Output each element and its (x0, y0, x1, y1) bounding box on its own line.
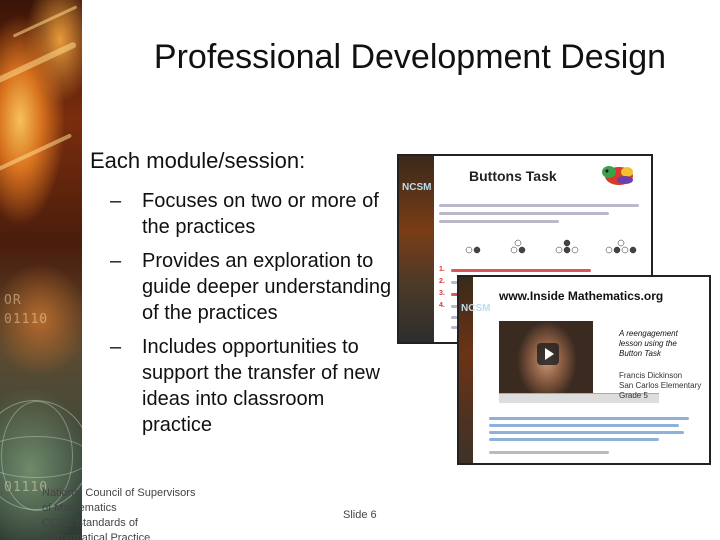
list-number: 4. (439, 302, 445, 309)
screenshot-heading: Buttons Task (469, 168, 557, 184)
bullet-content: Each module/session: – Focuses on two or … (90, 148, 395, 446)
dash-marker: – (110, 336, 122, 358)
screenshot-side-banner: NCSM (399, 156, 434, 342)
parrot-icon (602, 166, 633, 185)
website-url: www.Inside Mathematics.org (499, 289, 664, 303)
light-streak (12, 5, 78, 38)
slide-title: Professional Development Design (153, 38, 667, 76)
main-bullet: Each module/session: (90, 148, 306, 173)
link-line[interactable] (489, 417, 689, 420)
sub-bullet-text: Provides an exploration to guide deeper … (142, 250, 392, 324)
ncsm-logo: NCSM (461, 303, 491, 314)
dash-marker: – (110, 190, 122, 212)
text-line (439, 204, 639, 207)
sub-bullet-list: – Focuses on two or more of the practices… (90, 188, 395, 438)
text-line (451, 269, 591, 272)
list-number: 3. (439, 290, 445, 297)
dash-marker: – (110, 250, 122, 272)
footer-organization: National Council of Supervisors of Mathe… (42, 486, 222, 540)
teacher-info: Francis Dickinson San Carlos Elementary … (619, 371, 701, 401)
description-line: A reengagement (619, 329, 678, 338)
binary-text: 01110 (4, 312, 49, 327)
grade-level: Grade 5 (619, 391, 648, 400)
link-line[interactable] (489, 431, 684, 434)
binary-text: OR (4, 293, 22, 308)
video-thumbnail[interactable] (499, 321, 593, 393)
teacher-name: Francis Dickinson (619, 371, 683, 380)
slide-number: Slide 6 (343, 509, 377, 521)
sub-bullet: – Focuses on two or more of the practices (90, 188, 395, 240)
text-line (439, 220, 559, 223)
play-icon[interactable] (537, 343, 559, 365)
sub-bullet: – Includes opportunities to support the t… (90, 334, 395, 438)
footer-line: National Council of Supervisors (42, 487, 196, 499)
sub-bullet-text: Includes opportunities to support the tr… (142, 336, 380, 436)
footer-line: CCSS Standards of (42, 517, 138, 529)
link-line[interactable] (489, 438, 659, 441)
list-number: 2. (439, 278, 445, 285)
description-line: Button Task (619, 349, 661, 358)
school-name: San Carlos Elementary (619, 381, 702, 390)
list-number: 1. (439, 266, 445, 273)
description-line: lesson using the (619, 339, 677, 348)
sub-bullet: – Provides an exploration to guide deeper… (90, 248, 395, 326)
decorative-side-strip: OR 01110 01110 (0, 0, 82, 540)
link-line[interactable] (489, 424, 679, 427)
light-streak (0, 41, 78, 85)
text-line (439, 212, 609, 215)
footer-line: of Mathematics (42, 502, 117, 514)
light-streak (0, 133, 73, 171)
link-line[interactable] (489, 451, 609, 454)
button-patterns-figure (465, 239, 637, 254)
footer-line: Mathematical Practice (42, 532, 151, 540)
lesson-description: A reengagement lesson using the Button T… (619, 329, 678, 359)
ncsm-logo: NCSM (402, 182, 432, 193)
inside-mathematics-screenshot: NCSM www.Inside Mathematics.org A reenga… (457, 275, 711, 465)
sub-bullet-text: Focuses on two or more of the practices (142, 190, 379, 238)
